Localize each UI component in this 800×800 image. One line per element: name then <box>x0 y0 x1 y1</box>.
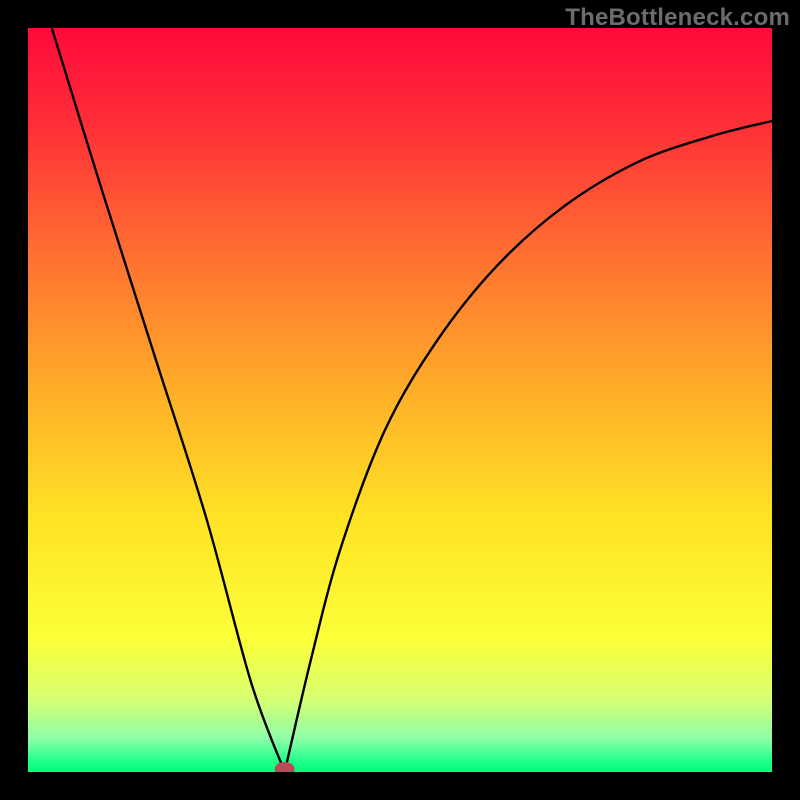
chart-frame: TheBottleneck.com <box>0 0 800 800</box>
bottleneck-chart <box>28 28 772 772</box>
